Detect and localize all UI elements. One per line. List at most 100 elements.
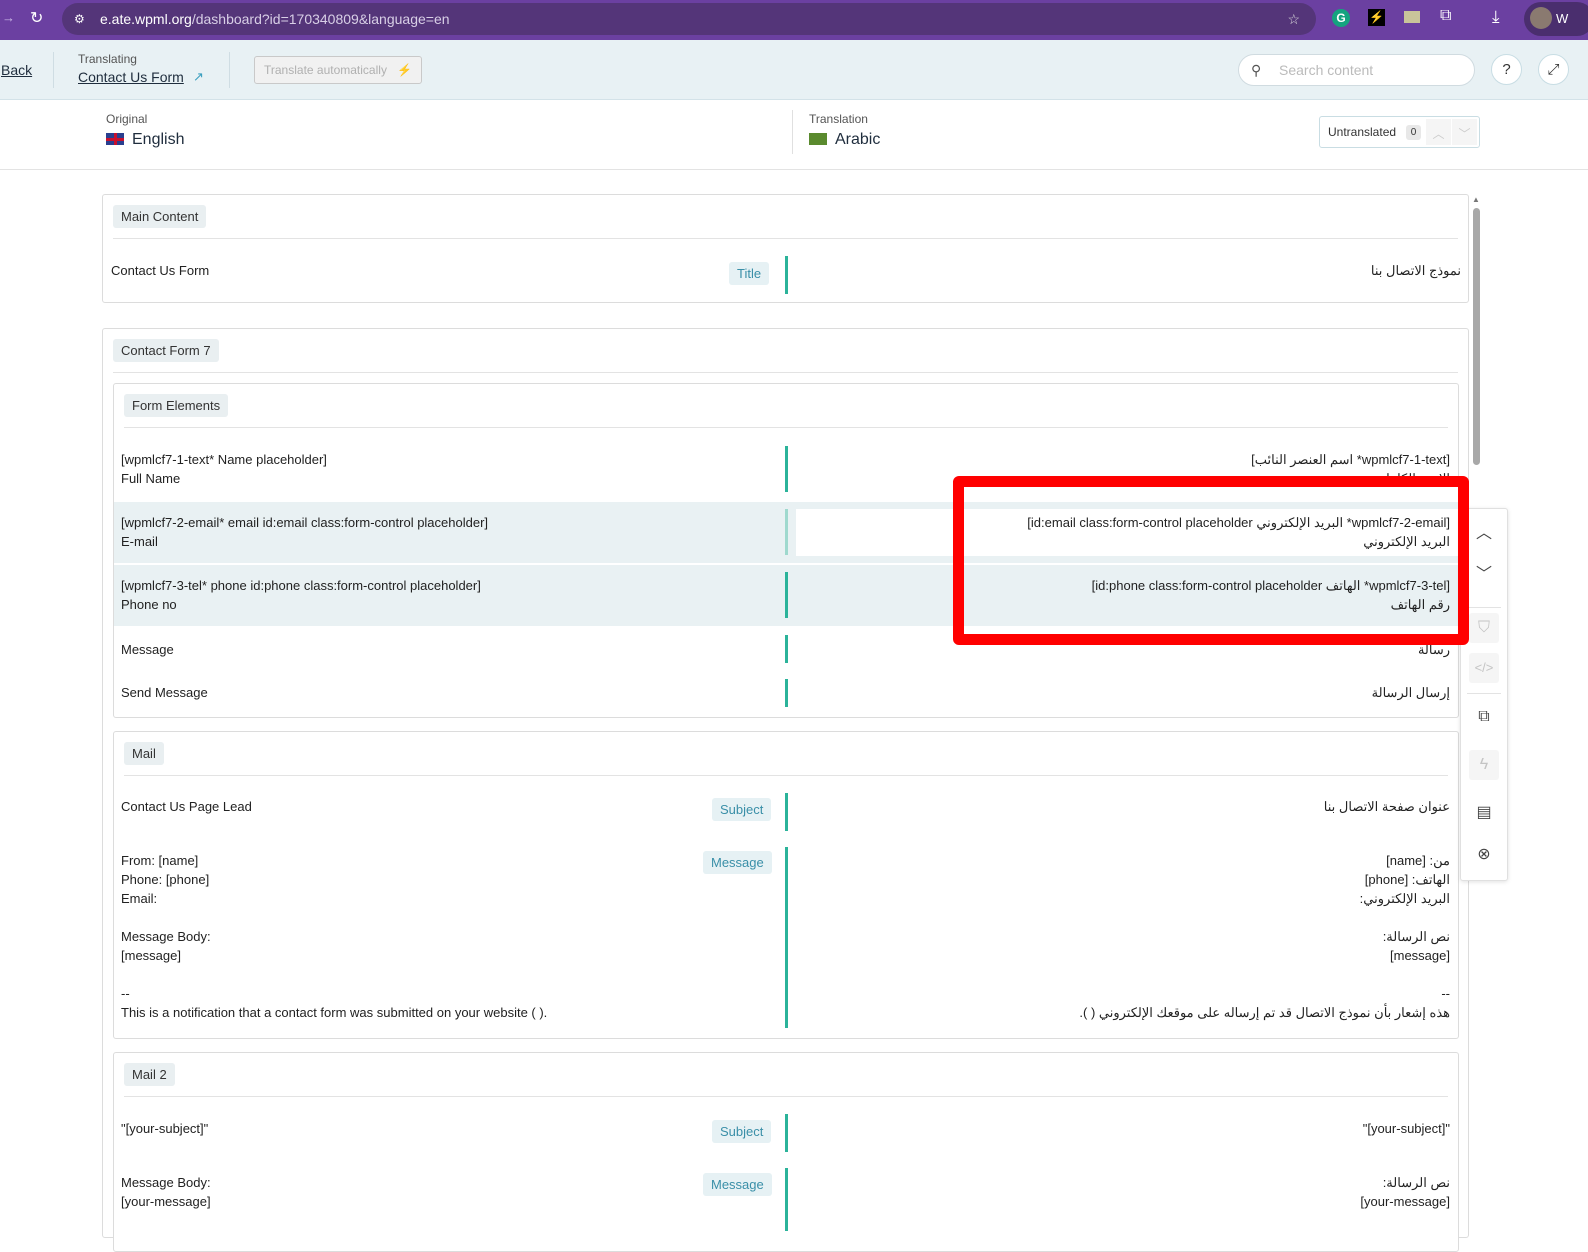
bookmark-star-icon[interactable]: ☆ bbox=[1287, 3, 1300, 35]
extensions-puzzle-icon[interactable]: ⧉ bbox=[1440, 7, 1451, 25]
translation-language: Arabic bbox=[809, 131, 880, 149]
status-bar bbox=[785, 1168, 788, 1231]
site-settings-icon[interactable]: ⚙ bbox=[74, 3, 85, 35]
avatar bbox=[1530, 7, 1552, 29]
field-type-badge: Title bbox=[729, 262, 770, 285]
status-bar bbox=[785, 635, 788, 663]
grammarly-icon[interactable]: G bbox=[1332, 9, 1350, 27]
source-text-multiline: From: [name] Phone: [phone] Email: Message … bbox=[121, 853, 548, 1020]
translation-text[interactable]: نموذج الاتصال بنا bbox=[1371, 261, 1461, 280]
source-text: Message bbox=[121, 642, 174, 657]
source-text: Phone no bbox=[121, 597, 177, 612]
source-text: [wpmlcf7-1-text* Name placeholder] bbox=[121, 452, 327, 467]
section-title: Main Content bbox=[113, 205, 207, 228]
field-type-badge: Message bbox=[703, 1173, 772, 1196]
next-untranslated-button[interactable]: ﹀ bbox=[1452, 119, 1477, 145]
status-bar bbox=[785, 572, 788, 618]
source-text: [wpmlcf7-3-tel* phone id:phone class:for… bbox=[121, 578, 481, 593]
fullscreen-button[interactable]: ⤢ bbox=[1538, 54, 1569, 85]
translation-text-multiline[interactable]: من: [name] الهاتف: [phone] البريد الإلكترو… bbox=[1079, 851, 1450, 1022]
search-placeholder: Search content bbox=[1279, 62, 1374, 78]
source-text: E-mail bbox=[121, 534, 158, 549]
scrollbar-thumb[interactable] bbox=[1473, 208, 1480, 465]
translation-text[interactable]: "[your-subject]" bbox=[1363, 1119, 1450, 1138]
translation-text-multiline[interactable]: نص الرسالة: [your-message] bbox=[1360, 1173, 1450, 1211]
browser-toolbar: → ↻ ⚙ e.ate.wpml.org/dashboard?id=170340… bbox=[0, 0, 1588, 40]
editor-header: Back Translating Contact Us Form ↗ Trans… bbox=[0, 40, 1588, 100]
status-bar bbox=[785, 679, 788, 707]
download-icon[interactable]: ⤓ bbox=[1492, 7, 1500, 27]
notes-icon[interactable]: ▤ bbox=[1469, 798, 1499, 828]
expand-icon: ⤢ bbox=[1547, 61, 1560, 78]
divider bbox=[53, 52, 54, 88]
uk-flag-icon bbox=[106, 133, 124, 145]
address-bar[interactable]: ⚙ e.ate.wpml.org/dashboard?id=170340809&… bbox=[62, 3, 1316, 35]
search-input[interactable]: ⚲ Search content bbox=[1238, 54, 1475, 86]
search-icon: ⚲ bbox=[1251, 62, 1262, 78]
arabic-flag-icon bbox=[809, 133, 827, 145]
button-label: Translate automatically bbox=[264, 63, 387, 77]
untranslated-filter[interactable]: Untranslated 0 ︿ ﹀ bbox=[1319, 116, 1480, 148]
external-link-icon[interactable]: ↗ bbox=[193, 69, 204, 85]
field-type-badge: Subject bbox=[712, 1120, 772, 1143]
source-text: Full Name bbox=[121, 471, 181, 486]
help-button[interactable]: ? bbox=[1491, 54, 1522, 85]
untranslated-count: 0 bbox=[1406, 125, 1421, 140]
bookmark-icon[interactable]: ⛉ bbox=[1469, 613, 1499, 643]
back-link[interactable]: Back bbox=[1, 62, 32, 78]
divider bbox=[0, 169, 1588, 170]
status-bar bbox=[785, 1114, 788, 1152]
translation-text[interactable]: [wpmlcf7-1-text* اسم العنصر النائب] bbox=[1251, 450, 1450, 469]
translation-text[interactable]: إرسال الرسالة bbox=[1372, 683, 1450, 702]
translating-label: Translating bbox=[78, 52, 137, 66]
source-text[interactable]: Contact Us Form bbox=[111, 261, 209, 280]
help-icon: ? bbox=[1502, 61, 1511, 78]
section-title: Contact Form 7 bbox=[113, 339, 219, 362]
document-title-link[interactable]: Contact Us Form bbox=[78, 69, 184, 85]
chevron-down-icon[interactable]: ﹀ bbox=[1469, 560, 1499, 590]
divider bbox=[792, 110, 793, 154]
source-text-multiline: Message Body: [your-message] bbox=[121, 1175, 211, 1209]
section-title: Mail bbox=[124, 742, 164, 765]
extension-bolt-icon[interactable]: ⚡ bbox=[1368, 9, 1385, 26]
divider bbox=[113, 372, 1458, 373]
untranslated-label: Untranslated bbox=[1328, 125, 1397, 139]
bolt-icon: ⚡ bbox=[397, 63, 412, 77]
prev-untranslated-button[interactable]: ︿ bbox=[1426, 119, 1451, 145]
section-title: Form Elements bbox=[124, 394, 229, 417]
status-bar bbox=[785, 509, 788, 555]
divider bbox=[124, 427, 1448, 428]
divider bbox=[113, 238, 1458, 239]
close-circle-icon[interactable]: ⊗ bbox=[1469, 840, 1499, 870]
url-path: /dashboard?id=170340809&language=en bbox=[191, 11, 450, 27]
copy-source-icon[interactable]: ⧉ bbox=[1469, 702, 1499, 732]
translation-text[interactable]: عنوان صفحة الاتصال بنا bbox=[1324, 797, 1450, 816]
source-text: [wpmlcf7-2-email* email id:email class:f… bbox=[121, 515, 489, 530]
profile-initial: W bbox=[1556, 11, 1569, 26]
chevron-up-icon[interactable]: ︿ bbox=[1469, 519, 1499, 549]
source-text: "[your-subject]" bbox=[121, 1121, 209, 1136]
scroll-up-arrow[interactable]: ▲ bbox=[1472, 195, 1480, 204]
extension-icon[interactable] bbox=[1404, 11, 1420, 23]
original-language: English bbox=[106, 131, 184, 149]
translation-label: Translation bbox=[809, 112, 868, 126]
language-name: English bbox=[132, 131, 185, 148]
profile-button[interactable]: W bbox=[1524, 2, 1588, 36]
code-icon[interactable]: </> bbox=[1469, 653, 1499, 683]
source-text: Send Message bbox=[121, 685, 208, 700]
forward-icon[interactable]: → bbox=[2, 10, 15, 25]
status-bar bbox=[785, 446, 788, 492]
translate-automatically-button[interactable]: Translate automatically ⚡ bbox=[254, 56, 422, 84]
highlight-annotation-box bbox=[953, 476, 1469, 645]
url-host: e.ate.wpml.org bbox=[100, 11, 192, 27]
language-name: Arabic bbox=[835, 131, 881, 148]
field-type-badge: Subject bbox=[712, 798, 772, 821]
divider bbox=[229, 52, 230, 88]
status-bar bbox=[785, 256, 788, 294]
reload-icon[interactable]: ↻ bbox=[30, 8, 43, 28]
source-text: Contact Us Page Lead bbox=[121, 799, 252, 814]
original-label: Original bbox=[106, 112, 148, 126]
bolt-icon[interactable]: ϟ bbox=[1469, 750, 1499, 780]
section-title: Mail 2 bbox=[124, 1063, 175, 1086]
divider bbox=[124, 775, 1448, 776]
